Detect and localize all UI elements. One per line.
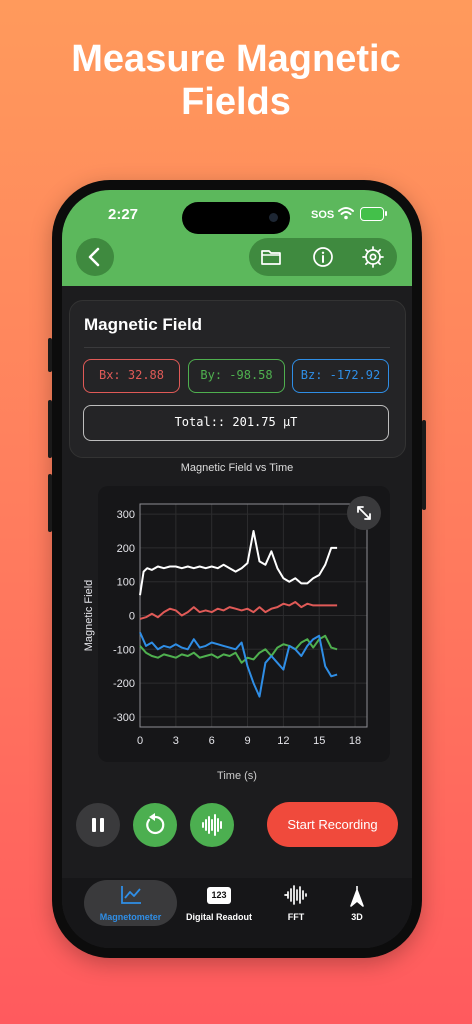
reset-button[interactable] xyxy=(133,803,177,847)
tab-magnetometer[interactable]: Magnetometer xyxy=(84,878,177,928)
audio-button[interactable] xyxy=(190,803,234,847)
y-tick-label: 0 xyxy=(129,611,135,623)
volume-down-button xyxy=(48,474,52,532)
expand-icon xyxy=(357,506,371,520)
y-tick-label: 300 xyxy=(117,509,135,521)
series-line-1 xyxy=(139,601,338,620)
x-tick-label: 6 xyxy=(209,735,215,747)
headline-line-2: Fields xyxy=(181,81,291,123)
tab-label: FFT xyxy=(287,912,305,922)
y-tick-label: -200 xyxy=(113,678,135,690)
pause-button[interactable] xyxy=(76,803,120,847)
x-tick-label: 15 xyxy=(313,735,325,747)
power-button xyxy=(422,420,426,510)
x-tick-label: 3 xyxy=(173,735,179,747)
volume-up-button xyxy=(48,400,52,458)
promo-headline: Measure Magnetic Fields xyxy=(0,38,472,124)
start-recording-button[interactable]: Start Recording xyxy=(267,802,398,847)
tab-digital-readout[interactable]: 123 Digital Readout xyxy=(180,878,258,928)
waveform-icon xyxy=(284,885,307,905)
compass-arrow-icon xyxy=(350,886,364,907)
series-line-0 xyxy=(139,530,338,596)
x-tick-label: 9 xyxy=(244,735,250,747)
action-button xyxy=(48,338,52,372)
pause-icon xyxy=(92,818,104,832)
line-chart-icon xyxy=(120,886,141,904)
tab-label: 3D xyxy=(351,912,363,922)
x-tick-label: 0 xyxy=(137,735,143,747)
series-line-3 xyxy=(139,631,338,698)
y-axis-label: Magnetic Field xyxy=(83,580,95,652)
waveform-icon xyxy=(202,814,222,836)
y-tick-label: 100 xyxy=(117,577,135,589)
app-screen: 2:27 SOS Magnetic Field Bx: 32.88 By: -9… xyxy=(62,190,412,948)
x-axis-label: Time (s) xyxy=(217,770,257,782)
x-tick-label: 18 xyxy=(349,735,361,747)
numbers-icon: 123 xyxy=(207,887,231,904)
magnetic-field-chart: 0 3 6 9 12 15 18 300 200 100 0 -100 -200 -300 Magnetic… xyxy=(83,503,368,747)
tab-3d[interactable]: 3D xyxy=(332,878,382,928)
tab-label: Digital Readout xyxy=(185,912,252,922)
tab-bar: Magnetometer 123 Digital Readout FFT 3D xyxy=(62,878,412,948)
x-tick-label: 12 xyxy=(277,735,289,747)
headline-line-1: Measure Magnetic xyxy=(71,38,401,80)
reset-icon xyxy=(146,813,165,835)
tab-label: Magnetometer xyxy=(99,912,162,922)
y-tick-label: -100 xyxy=(113,644,135,656)
y-tick-label: 200 xyxy=(117,543,135,555)
y-tick-label: -300 xyxy=(113,712,135,724)
tab-fft[interactable]: FFT xyxy=(268,878,324,928)
expand-chart-button[interactable] xyxy=(347,496,381,530)
